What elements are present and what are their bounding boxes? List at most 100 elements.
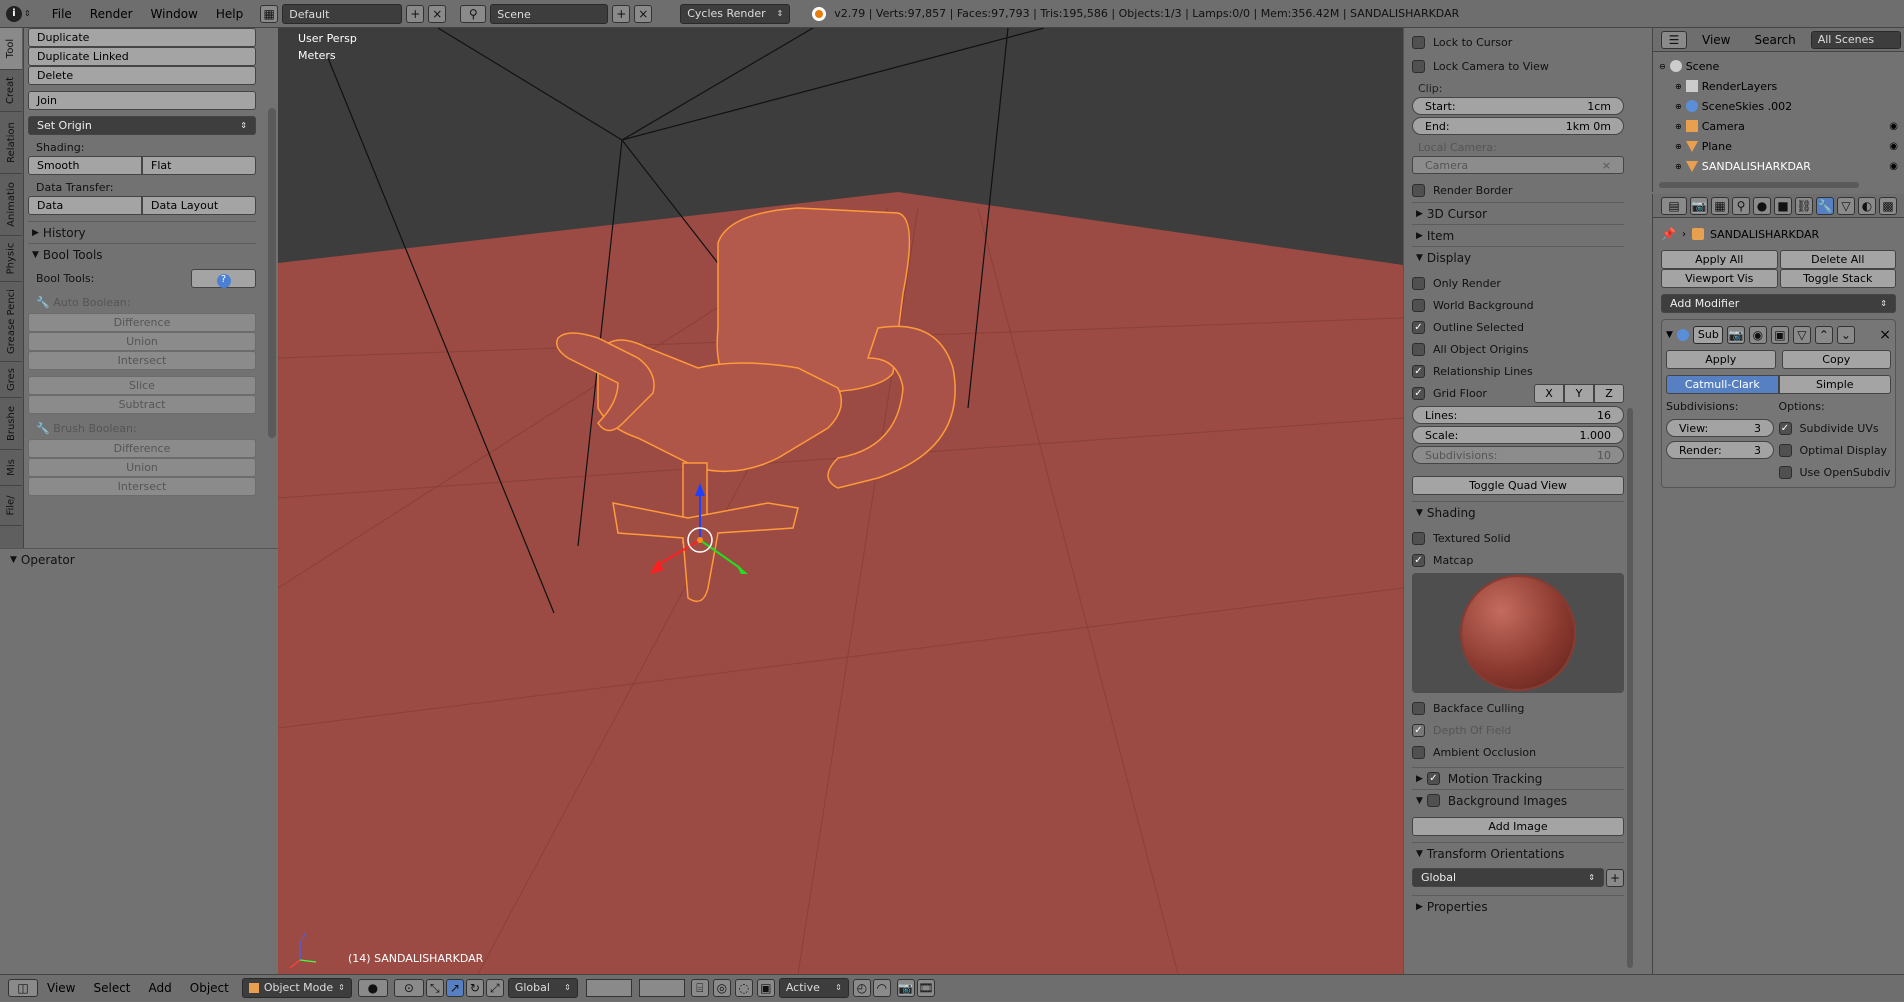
catmull-clark-toggle[interactable]: Catmull-Clark [1666, 375, 1779, 394]
menu-add[interactable]: Add [140, 974, 181, 1002]
add-scene-icon[interactable]: + [612, 4, 631, 23]
add-layout-icon[interactable]: + [406, 4, 425, 23]
outliner-scrollbar[interactable] [1659, 182, 1859, 188]
outliner-type-icon[interactable]: ☰ [1661, 30, 1687, 49]
add-orientation-icon[interactable]: + [1606, 868, 1624, 887]
3d-viewport[interactable]: z User Persp Meters (14) SANDALISHARKDAR [278, 28, 1403, 974]
pivot-point-icon[interactable]: ⊙ [393, 979, 424, 997]
view-levels-field[interactable]: View: 3 [1666, 419, 1774, 437]
depth-of-field-checkbox[interactable]: ✓ Depth Of Field [1412, 719, 1624, 741]
only-render-checkbox[interactable]: Only Render [1412, 272, 1624, 294]
set-origin-dropdown[interactable]: Set Origin ⇕ [28, 116, 256, 135]
tab-grease-pencil[interactable]: Grease Penci [0, 282, 22, 362]
auto-intersect-button[interactable]: Intersect [28, 351, 256, 370]
snap-toggle-icon[interactable]: ◌ [734, 979, 753, 997]
apply-modifier-button[interactable]: Apply [1666, 350, 1776, 369]
scale-manipulator-icon[interactable]: ⤢ [485, 979, 504, 997]
proportional-edit-icon[interactable]: ◴ [852, 979, 871, 997]
ambient-occlusion-checkbox[interactable]: Ambient Occlusion [1412, 741, 1624, 763]
viewport-vis-button[interactable]: Viewport Vis [1661, 269, 1778, 288]
tool-shelf-scrollbar[interactable] [268, 108, 276, 438]
texture-tab-icon[interactable]: ▩ [1879, 196, 1897, 215]
all-object-origins-checkbox[interactable]: All Object Origins [1412, 338, 1624, 360]
outliner-item-renderlayers[interactable]: ⊕ RenderLayers [1659, 76, 1898, 96]
checkmark-icon[interactable]: ✓ [1426, 772, 1440, 785]
layers-group-2-icon[interactable] [638, 979, 685, 997]
menu-help[interactable]: Help [207, 0, 252, 28]
brush-union-button[interactable]: Union [28, 458, 256, 477]
auto-difference-button[interactable]: Difference [28, 313, 256, 332]
checkbox-icon[interactable] [1426, 794, 1440, 807]
use-opensubdiv-checkbox[interactable]: Use OpenSubdiv [1778, 461, 1892, 483]
collapse-icon[interactable]: ⊖ [1659, 62, 1666, 71]
expand-icon[interactable]: ⊕ [1675, 162, 1682, 171]
relationship-lines-checkbox[interactable]: ✓ Relationship Lines [1412, 360, 1624, 382]
editor-type-button[interactable]: i ⇕ [6, 5, 31, 22]
transform-orientation-dropdown[interactable]: Global ⇕ [507, 978, 578, 998]
outline-selected-checkbox[interactable]: ✓ Outline Selected [1412, 316, 1624, 338]
opengl-render-icon[interactable]: 📷 [896, 979, 915, 997]
lock-layers-icon[interactable]: ⌸ [690, 979, 709, 997]
orientation-dropdown[interactable]: Global ⇕ [1412, 868, 1604, 887]
render-border-checkbox[interactable]: Render Border [1412, 178, 1624, 202]
object-tab-icon[interactable]: ■ [1774, 196, 1792, 215]
matcap-checkbox[interactable]: ✓ Matcap [1412, 549, 1624, 571]
close-icon[interactable]: × [1879, 327, 1891, 343]
matcap-preview[interactable] [1412, 573, 1624, 693]
outliner-item-plane[interactable]: ⊕ Plane ◉ [1659, 136, 1898, 156]
render-toggle-icon[interactable]: 📷 [1726, 326, 1745, 344]
outliner-item-sceneskies[interactable]: ⊕ SceneSkies .002 [1659, 96, 1898, 116]
tab-tool[interactable]: Tool [0, 28, 22, 70]
editor-type-icon[interactable]: ◫ [8, 979, 38, 997]
tab-misc[interactable]: Mis [0, 450, 22, 486]
chevron-down-icon[interactable]: ▼ [1666, 330, 1673, 340]
grid-lines-field[interactable]: Lines: 16 [1412, 406, 1624, 424]
eye-icon[interactable]: ◉ [1889, 141, 1898, 152]
brush-difference-button[interactable]: Difference [28, 439, 256, 458]
layout-grid-icon[interactable]: ▦ [260, 4, 279, 23]
lock-camera-checkbox[interactable]: Lock Camera to View [1412, 54, 1624, 78]
pin-icon[interactable]: 📌 [1661, 227, 1676, 241]
modifiers-tab-icon[interactable]: 🔧 [1816, 196, 1834, 215]
duplicate-button[interactable]: Duplicate [28, 28, 256, 47]
data-button[interactable]: Data [28, 196, 142, 215]
properties-type-icon[interactable]: ▤ [1661, 196, 1687, 215]
textured-solid-checkbox[interactable]: Textured Solid [1412, 527, 1624, 549]
motion-tracking-panel-header[interactable]: ▶ ✓ Motion Tracking [1412, 767, 1624, 789]
eye-icon[interactable]: ◉ [1889, 161, 1898, 172]
proportional-falloff-icon[interactable]: ◠ [872, 979, 891, 997]
layers-group-1-icon[interactable] [585, 979, 632, 997]
close-icon[interactable]: × [1602, 159, 1611, 172]
data-tab-icon[interactable]: ▽ [1837, 196, 1855, 215]
manipulator-icon[interactable]: ⤡ [425, 979, 444, 997]
render-levels-field[interactable]: Render: 3 [1666, 441, 1774, 459]
brush-intersect-button[interactable]: Intersect [28, 477, 256, 496]
axis-z-toggle[interactable]: Z [1594, 383, 1624, 403]
tab-physics[interactable]: Physic [0, 236, 22, 282]
transform-orientations-panel-header[interactable]: ▼ Transform Orientations [1412, 842, 1624, 864]
help-button[interactable]: ? [191, 269, 256, 288]
subdivide-uvs-checkbox[interactable]: ✓ Subdivide UVs [1778, 417, 1892, 439]
cage-toggle-icon[interactable]: ▽ [1792, 326, 1811, 344]
clip-start-field[interactable]: Start: 1cm [1412, 97, 1624, 115]
grid-floor-checkbox[interactable]: ✓ Grid Floor [1412, 386, 1487, 400]
duplicate-linked-button[interactable]: Duplicate Linked [28, 47, 256, 66]
data-layout-button[interactable]: Data Layout [142, 196, 256, 215]
grid-scale-field[interactable]: Scale: 1.000 [1412, 426, 1624, 444]
menu-render[interactable]: Render [81, 0, 142, 28]
menu-file[interactable]: File [43, 0, 81, 28]
viewport-toggle-icon[interactable]: ◉ [1748, 326, 1767, 344]
smooth-button[interactable]: Smooth [28, 156, 142, 175]
menu-view[interactable]: View [38, 974, 84, 1002]
add-modifier-dropdown[interactable]: Add Modifier ⇕ [1661, 294, 1896, 313]
snap-element-icon[interactable]: ▣ [756, 979, 775, 997]
modifier-name-field[interactable]: Sub [1692, 326, 1723, 344]
n-panel-scrollbar[interactable] [1627, 408, 1633, 968]
lock-to-cursor-checkbox[interactable]: Lock to Cursor [1412, 30, 1624, 54]
editmode-toggle-icon[interactable]: ▣ [1770, 326, 1789, 344]
world-background-checkbox[interactable]: World Background [1412, 294, 1624, 316]
display-panel-header[interactable]: ▼ Display [1412, 246, 1624, 268]
delete-button[interactable]: Delete [28, 66, 256, 85]
operator-panel-header[interactable]: ▼ Operator [10, 549, 278, 571]
expand-icon[interactable]: ⊕ [1675, 122, 1682, 131]
